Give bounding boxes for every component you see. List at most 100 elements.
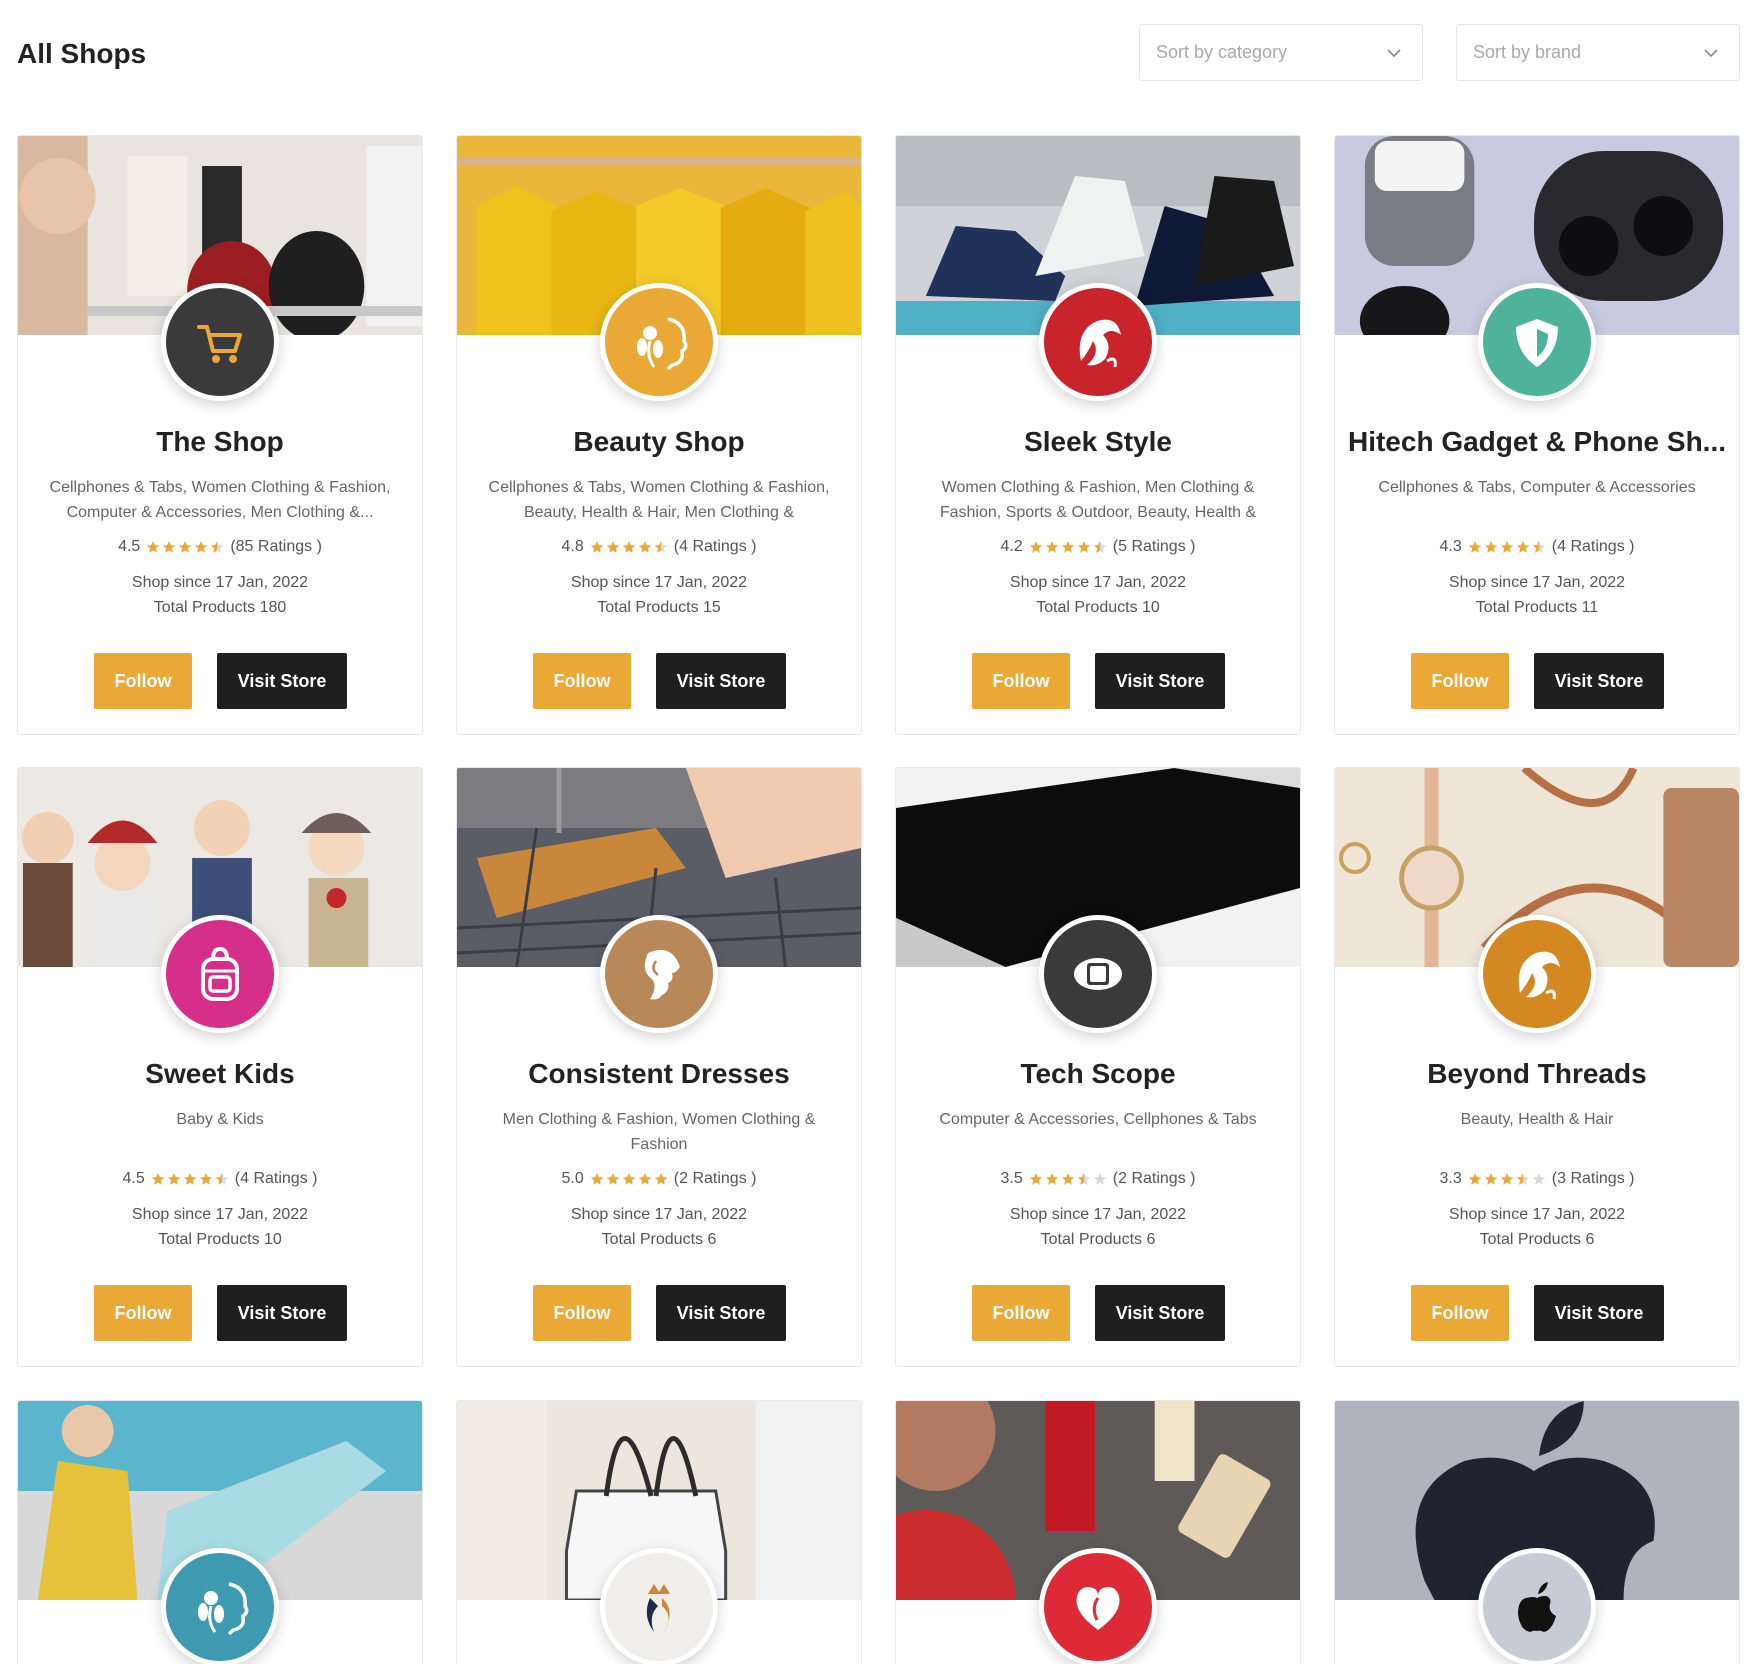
star-icon <box>606 1172 620 1186</box>
shop-logo[interactable] <box>600 283 718 401</box>
star-icon <box>1077 540 1091 554</box>
visit-store-button[interactable]: Visit Store <box>656 1285 786 1341</box>
shop-since: Shop since 17 Jan, 2022 <box>131 1206 309 1223</box>
total-products: Total Products 180 <box>153 599 287 616</box>
star-icon <box>654 540 668 554</box>
shop-logo[interactable] <box>1039 1548 1157 1664</box>
rating-value: 3.3 <box>1439 1170 1462 1187</box>
crown-face-icon <box>646 1584 670 1632</box>
sort-by-brand-select[interactable]: Sort by brand <box>1456 24 1740 81</box>
total-products: Total Products 10 <box>158 1231 282 1248</box>
star-icon <box>1532 540 1546 554</box>
star-icon <box>162 540 176 554</box>
shop-logo[interactable] <box>161 915 279 1033</box>
ratings-count: (5 Ratings ) <box>1112 538 1196 555</box>
shop-categories: Computer & Accessories, Cellphones & Tab… <box>939 1111 1257 1128</box>
follow-button[interactable]: Follow <box>94 1285 192 1341</box>
shop-name[interactable]: Sleek Style <box>906 426 1290 458</box>
follow-button[interactable]: Follow <box>533 1285 631 1341</box>
total-products: Total Products 10 <box>1036 599 1160 616</box>
total-products: Total Products 6 <box>1479 1231 1595 1248</box>
rating-value: 3.5 <box>1000 1170 1023 1187</box>
shop-logo[interactable] <box>161 1548 279 1664</box>
star-icon <box>1516 1172 1530 1186</box>
star-icon <box>1045 1172 1059 1186</box>
follow-button[interactable]: Follow <box>1411 653 1509 709</box>
shop-name[interactable]: Beauty Shop <box>467 426 851 458</box>
sort-by-category-select[interactable]: Sort by category <box>1139 24 1423 81</box>
follow-button[interactable]: Follow <box>972 1285 1070 1341</box>
shop-rating: 5.0 (2 Ratings ) <box>457 1170 861 1188</box>
star-icon <box>590 1172 604 1186</box>
shop-categories: Cellphones & Tabs, Computer & Accessorie… <box>1378 479 1696 496</box>
shop-rating: 4.2 (5 Ratings ) <box>896 538 1300 556</box>
shop-card: Sleek Style Women Clothing & Fashion, Men… <box>895 135 1301 735</box>
star-icon <box>1045 540 1059 554</box>
shop-name[interactable]: Consistent Dresses <box>467 1058 851 1090</box>
shop-categories: Men Clothing & Fashion, Women Clothing &… <box>502 1111 816 1153</box>
shop-logo[interactable] <box>161 283 279 401</box>
chevron-down-icon <box>1704 49 1718 58</box>
follow-button[interactable]: Follow <box>1411 1285 1509 1341</box>
star-icon <box>1468 540 1482 554</box>
sort-by-brand-placeholder: Sort by brand <box>1473 42 1582 62</box>
rating-value: 4.5 <box>118 538 141 555</box>
shop-since: Shop since 17 Jan, 2022 <box>131 574 309 591</box>
star-icon <box>622 540 636 554</box>
follow-button[interactable]: Follow <box>533 653 631 709</box>
flower-face-icon <box>637 317 688 371</box>
shop-card: Beauty Shop Cellphones & Tabs, Women Clot… <box>456 135 862 735</box>
follow-button[interactable]: Follow <box>94 653 192 709</box>
shop-name[interactable]: Tech Scope <box>906 1058 1290 1090</box>
star-icon <box>1532 1172 1546 1186</box>
shop-card: Sweet Kids Baby & Kids 4.5 (4 Ratings ) Shop… <box>17 767 423 1367</box>
shop-card <box>895 1400 1301 1664</box>
star-icon <box>210 540 224 554</box>
star-icon <box>1077 1172 1091 1186</box>
woman-hair-icon <box>1079 319 1121 368</box>
shop-logo[interactable] <box>1478 283 1596 401</box>
star-icon <box>622 1172 636 1186</box>
shop-logo[interactable] <box>1478 1548 1596 1664</box>
total-products: Total Products 6 <box>1040 1231 1156 1248</box>
star-icon <box>151 1172 165 1186</box>
backpack-icon <box>201 946 239 1001</box>
woman-hair-icon <box>1518 951 1560 1000</box>
shop-name[interactable]: Hitech Gadget & Phone Sh... <box>1345 426 1729 458</box>
page-title: All Shops <box>17 38 147 69</box>
rating-value: 4.3 <box>1439 538 1462 555</box>
shop-categories: Beauty, Health & Hair <box>1460 1111 1614 1128</box>
shop-rating: 3.3 (3 Ratings ) <box>1335 1170 1739 1188</box>
shop-since: Shop since 17 Jan, 2022 <box>1448 1206 1626 1223</box>
shop-logo[interactable] <box>1478 915 1596 1033</box>
shop-name[interactable]: Sweet Kids <box>28 1058 412 1090</box>
follow-button[interactable]: Follow <box>972 653 1070 709</box>
visit-store-button[interactable]: Visit Store <box>217 1285 347 1341</box>
visit-store-button[interactable]: Visit Store <box>1095 653 1225 709</box>
shop-logo[interactable] <box>600 915 718 1033</box>
visit-store-button[interactable]: Visit Store <box>1095 1285 1225 1341</box>
shop-name[interactable]: Beyond Threads <box>1345 1058 1729 1090</box>
visit-store-button[interactable]: Visit Store <box>1534 1285 1664 1341</box>
shop-categories: Baby & Kids <box>176 1111 264 1128</box>
ratings-count: (2 Ratings ) <box>673 1170 757 1187</box>
visit-store-button[interactable]: Visit Store <box>217 653 347 709</box>
visit-store-button[interactable]: Visit Store <box>656 653 786 709</box>
shop-logo[interactable] <box>1039 283 1157 401</box>
rating-stars <box>1468 540 1546 554</box>
star-icon <box>1029 1172 1043 1186</box>
ratings-count: (4 Ratings ) <box>1551 538 1635 555</box>
shop-logo[interactable] <box>600 1548 718 1664</box>
star-icon <box>1516 540 1530 554</box>
shop-rating: 4.5 (4 Ratings ) <box>18 1170 422 1188</box>
shop-logo[interactable] <box>1039 915 1157 1033</box>
shop-name[interactable]: The Shop <box>28 426 412 458</box>
visit-store-button[interactable]: Visit Store <box>1534 653 1664 709</box>
star-icon <box>194 540 208 554</box>
star-icon <box>178 540 192 554</box>
rating-stars <box>590 540 668 554</box>
shop-card: Hitech Gadget & Phone Sh... Cellphones & … <box>1334 135 1740 735</box>
rating-stars <box>1029 1172 1107 1186</box>
total-products: Total Products 15 <box>597 599 721 616</box>
rating-stars <box>146 540 224 554</box>
